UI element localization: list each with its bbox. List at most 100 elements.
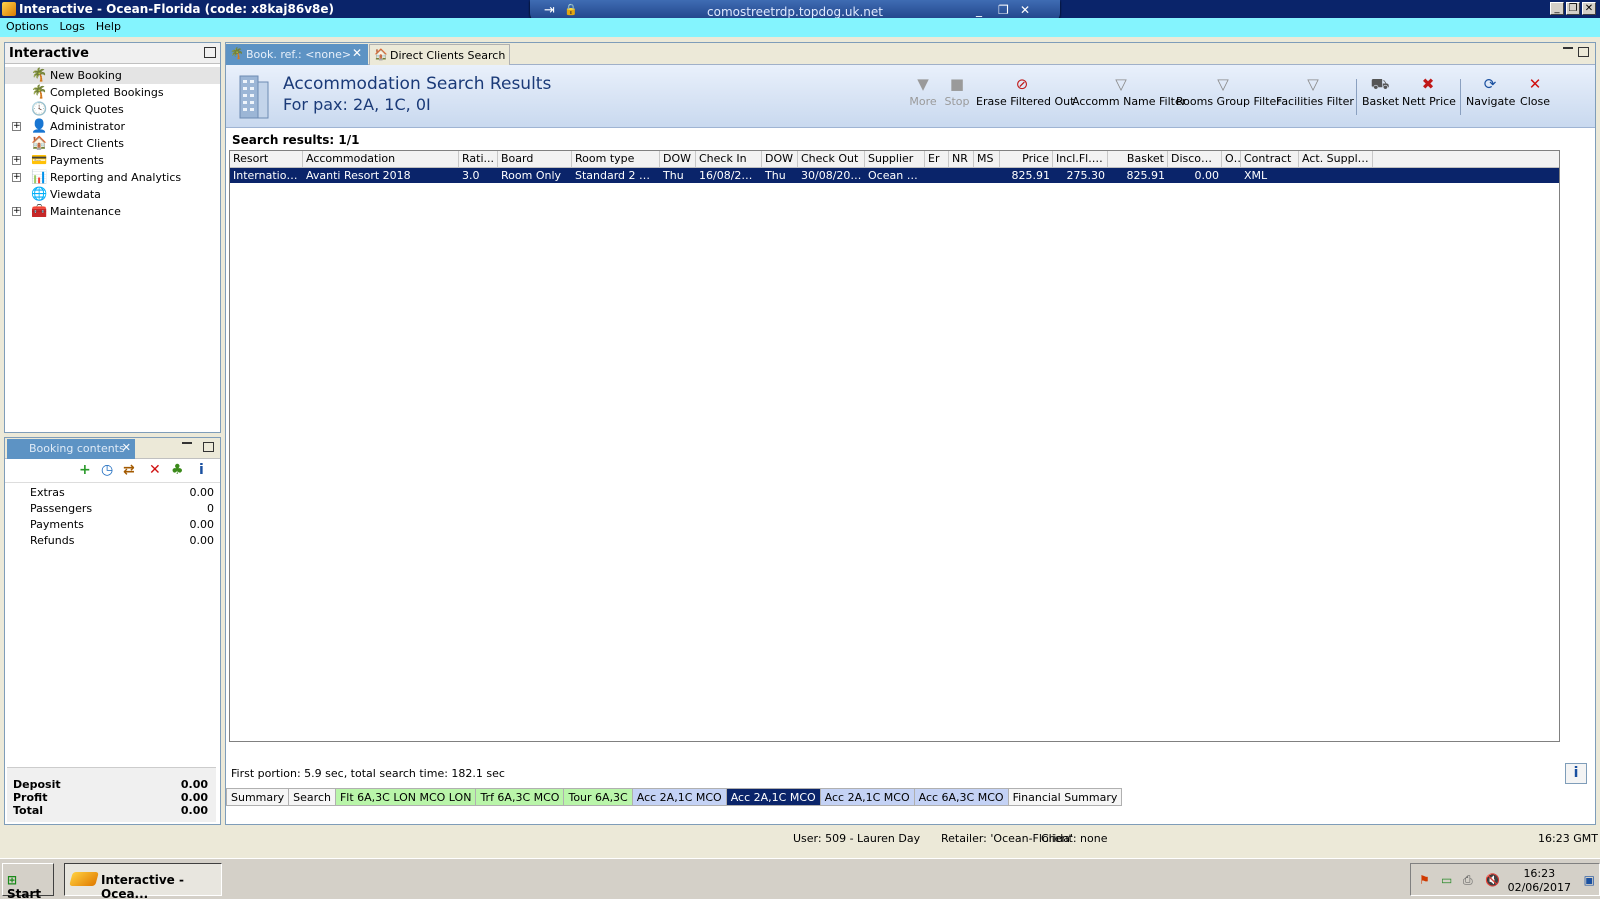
bottom-tab[interactable]: Trf 6A,3C MCO (476, 788, 565, 806)
nav-item-maintenance[interactable]: + 🧰 Maintenance (5, 203, 220, 220)
total-label: Total (13, 804, 44, 817)
panel-minimize-icon[interactable] (1563, 46, 1573, 49)
start-button[interactable]: ⊞ Start (2, 863, 54, 899)
column-header[interactable]: Er (925, 151, 949, 167)
nav-item-completed-bookings[interactable]: 🌴 Completed Bookings (5, 84, 220, 101)
panel-minimize-icon[interactable] (204, 47, 216, 58)
navigate-icon: ⟳ (1483, 75, 1497, 93)
column-header[interactable]: Rati... (459, 151, 498, 167)
bottom-tab[interactable]: Financial Summary (1008, 788, 1123, 806)
column-header[interactable]: MS (974, 151, 1000, 167)
column-header[interactable]: Price (1000, 151, 1053, 167)
bottom-tab[interactable]: Flt 6A,3C LON MCO LON (335, 788, 477, 806)
menu-help[interactable]: Help (90, 18, 126, 33)
column-header[interactable]: Basket (1108, 151, 1168, 167)
taskbar-item-interactive[interactable]: Interactive - Ocea... (64, 863, 222, 899)
column-header[interactable]: DOW (660, 151, 696, 167)
column-header[interactable]: Discount (1168, 151, 1222, 167)
column-header[interactable]: Incl.Fl.PP (1053, 151, 1108, 167)
nav-item-viewdata[interactable]: 🌐 Viewdata (5, 186, 220, 203)
column-header[interactable]: Check In (696, 151, 762, 167)
column-header[interactable]: Supplier (865, 151, 925, 167)
nav-item-new-booking[interactable]: 🌴 New Booking (5, 67, 220, 84)
nav-item-direct-clients[interactable]: 🏠 Direct Clients (5, 135, 220, 152)
bottom-tab[interactable]: Tour 6A,3C (564, 788, 633, 806)
panel-minimize-icon[interactable] (182, 440, 192, 444)
nav-item-administrator[interactable]: + 👤 Administrator (5, 118, 220, 135)
close-icon[interactable]: ✕ (352, 46, 362, 60)
volume-muted-icon[interactable]: 🔇 (1485, 873, 1500, 887)
close-results-button[interactable]: ✕ Close (1518, 73, 1552, 121)
expand-icon[interactable]: + (12, 173, 21, 182)
bottom-tab[interactable]: Search (289, 788, 336, 806)
tab-book-ref[interactable]: 🌴 Book. ref.: <none> ✕ (226, 44, 368, 65)
expand-icon[interactable]: + (12, 156, 21, 165)
menu-logs[interactable]: Logs (53, 18, 89, 33)
nav-item-quick-quotes[interactable]: 🕓 Quick Quotes (5, 101, 220, 118)
bottom-tab[interactable]: Acc 2A,1C MCO (632, 788, 727, 806)
stop-button[interactable]: ■ Stop (942, 73, 972, 121)
panel-maximize-icon[interactable] (203, 442, 214, 452)
column-header[interactable]: Act. Supplier (1299, 151, 1373, 167)
restore-button[interactable]: ❐ (1566, 2, 1580, 15)
menu-options[interactable]: Options (0, 18, 53, 33)
close-button[interactable]: ✕ (1582, 2, 1596, 15)
nett-price-button[interactable]: ✖ Nett Price (1402, 73, 1456, 121)
expand-icon[interactable]: + (12, 207, 21, 216)
rdp-close-button[interactable]: ✕ (1020, 3, 1030, 17)
minimize-button[interactable]: _ (1550, 2, 1564, 15)
column-header[interactable]: NR (949, 151, 974, 167)
facilities-filter-button[interactable]: ▽ Facilities Filter (1276, 73, 1354, 121)
tab-direct-clients-search[interactable]: 🏠 Direct Clients Search (369, 44, 510, 65)
column-header[interactable]: Check Out (798, 151, 865, 167)
more-button[interactable]: ▼ More (908, 73, 938, 121)
delete-icon[interactable]: ✕ (149, 462, 161, 478)
booking-contents-panel: Booking contents ✕ + ◷ ⇄ ✕ ♣ i Extras 0.0… (4, 437, 221, 825)
table-cell (974, 168, 1000, 183)
booking-contents-toolbar: + ◷ ⇄ ✕ ♣ i (5, 459, 220, 483)
column-header[interactable]: Room type (572, 151, 660, 167)
nav-item-reporting-and-analytics[interactable]: + 📊 Reporting and Analytics (5, 169, 220, 186)
table-cell: 825.91 (1011, 169, 1051, 182)
info-icon[interactable]: i (199, 462, 204, 478)
bottom-tab[interactable]: Summary (226, 788, 290, 806)
close-icon[interactable]: ✕ (122, 441, 131, 454)
network-icon[interactable]: ▭ (1441, 873, 1452, 887)
navigate-button[interactable]: ⟳ Navigate (1466, 73, 1515, 121)
taskbar: ⊞ Start Interactive - Ocea... ⚑ ▭ ⎙ 🔇 16… (0, 858, 1600, 899)
rdp-restore-button[interactable]: ❐ (998, 3, 1009, 17)
rooms-group-filter-button[interactable]: ▽ Rooms Group Filter (1176, 73, 1281, 121)
info-button[interactable]: i (1565, 763, 1587, 784)
system-tray: ⚑ ▭ ⎙ 🔇 16:23 02/06/2017 ▣ (1410, 863, 1600, 896)
expand-icon[interactable]: + (12, 122, 21, 131)
column-header[interactable]: Board (498, 151, 572, 167)
nav-item-payments[interactable]: + 💳 Payments (5, 152, 220, 169)
booking-row-refunds: Refunds 0.00 (30, 534, 214, 547)
column-header[interactable]: Of (1222, 151, 1241, 167)
accomm-name-filter-button[interactable]: ▽ Accomm Name Filter (1072, 73, 1186, 121)
show-desktop-icon[interactable]: ▣ (1584, 873, 1595, 887)
globe-icon: 🌐 (31, 187, 48, 202)
column-header[interactable]: Resort (230, 151, 303, 167)
column-header[interactable]: DOW (762, 151, 798, 167)
printer-icon[interactable]: ⎙ (1463, 873, 1473, 888)
bottom-tab[interactable]: Acc 2A,1C MCO (820, 788, 915, 806)
bottom-tab[interactable]: Acc 6A,3C MCO (914, 788, 1009, 806)
column-header[interactable]: Contract (1241, 151, 1299, 167)
table-cell: Room Only (501, 169, 562, 182)
basket-button[interactable]: ⛟ Basket (1362, 73, 1399, 121)
clock[interactable]: 16:23 02/06/2017 (1508, 867, 1571, 895)
rdp-minimize-button[interactable]: _ (976, 3, 982, 17)
tab-booking-contents[interactable]: Booking contents ✕ (7, 439, 135, 459)
flag-icon[interactable]: ⚑ (1419, 873, 1430, 887)
erase-filtered-out-button[interactable]: ⊘ Erase Filtered Out (976, 73, 1074, 121)
basket-add-icon[interactable]: ⇄ (123, 462, 135, 478)
table-row[interactable]: Internation... Avanti Resort 2018 3.0 Room … (230, 168, 1559, 183)
add-icon[interactable]: + (79, 462, 91, 478)
column-header[interactable]: Accommodation (303, 151, 459, 167)
panel-maximize-icon[interactable] (1578, 47, 1589, 57)
clock-icon[interactable]: ◷ (101, 462, 113, 478)
search-timing: First portion: 5.9 sec, total search tim… (231, 767, 505, 780)
bottom-tab[interactable]: Acc 2A,1C MCO (726, 788, 821, 806)
palm-icon[interactable]: ♣ (171, 462, 184, 478)
